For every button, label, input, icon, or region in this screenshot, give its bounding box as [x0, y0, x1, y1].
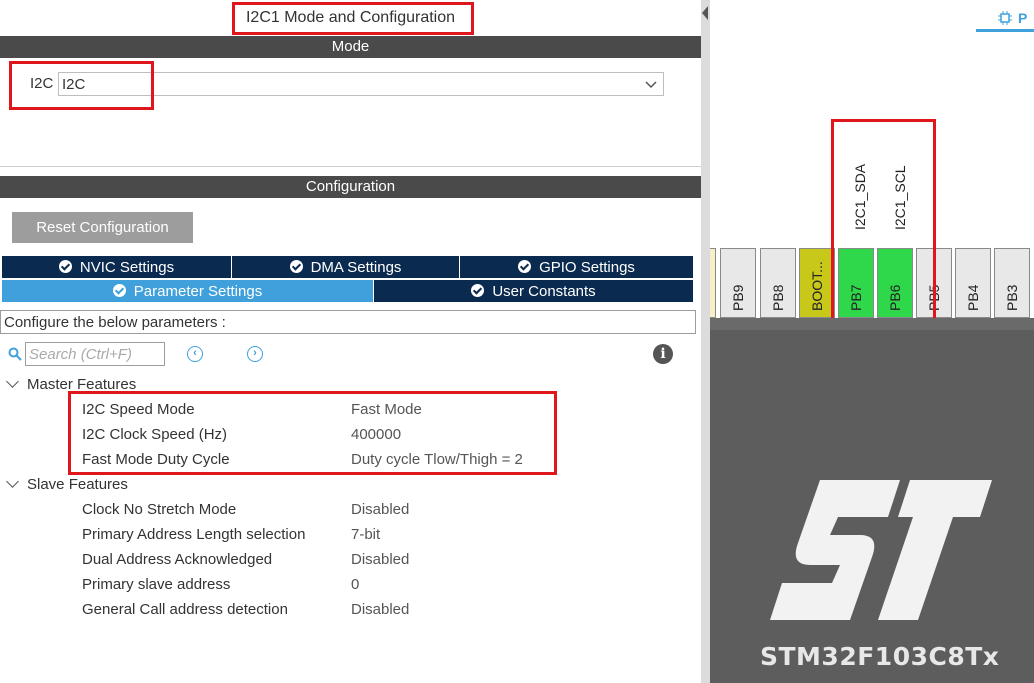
tab-label: NVIC Settings — [79, 259, 175, 276]
pin-partial[interactable] — [710, 248, 716, 318]
chevron-down-icon — [6, 475, 19, 488]
group-label: Slave Features — [27, 476, 128, 493]
arrow-right-circle-icon[interactable]: › — [247, 346, 263, 362]
configuration-header: Configuration — [0, 176, 701, 198]
tab-user-constants[interactable]: User Constants — [374, 280, 693, 302]
tab-label: DMA Settings — [310, 259, 402, 276]
param-value[interactable]: 0 — [351, 576, 359, 593]
param-value[interactable]: Disabled — [351, 601, 409, 618]
param-value[interactable]: Disabled — [351, 501, 409, 518]
pin-pb4[interactable]: PB4 — [955, 248, 991, 318]
pin-pb3[interactable]: PB3 — [994, 248, 1030, 318]
check-circle-icon — [58, 260, 72, 273]
reset-configuration-button[interactable]: Reset Configuration — [12, 212, 193, 243]
chip-icon — [998, 11, 1012, 25]
arrow-left-circle-icon[interactable]: ‹ — [187, 346, 203, 362]
tab-label: Parameter Settings — [133, 283, 263, 300]
pin-pb9[interactable]: PB9 — [720, 248, 756, 318]
mode-header: Mode — [0, 36, 701, 58]
panel-splitter[interactable] — [701, 0, 710, 683]
check-circle-icon — [112, 284, 126, 297]
configure-parameters-text: Configure the below parameters : — [0, 310, 696, 334]
tab-label: GPIO Settings — [539, 259, 635, 276]
search-input[interactable]: Search (Ctrl+F) — [25, 342, 165, 366]
highlight-master-params-box — [68, 391, 557, 475]
chip-part-number: STM32F103C8Tx — [760, 642, 1000, 671]
search-icon — [8, 347, 22, 361]
tab-nvic-settings[interactable]: NVIC Settings — [2, 256, 231, 278]
info-icon[interactable]: i — [653, 344, 673, 364]
tab-dma-settings[interactable]: DMA Settings — [232, 256, 459, 278]
pin-boot0[interactable]: BOOT... — [799, 248, 835, 318]
tab-label: User Constants — [492, 283, 596, 300]
param-label: General Call address detection — [82, 601, 288, 618]
param-label: Primary Address Length selection — [82, 526, 306, 543]
param-label: Dual Address Acknowledged — [82, 551, 273, 568]
param-value[interactable]: 7-bit — [351, 526, 380, 543]
st-logo — [770, 480, 992, 620]
check-circle-icon — [518, 260, 532, 273]
highlight-title-box — [232, 2, 474, 35]
param-label: Primary slave address — [82, 576, 231, 593]
chip-edge — [710, 318, 1034, 330]
pin-pb8[interactable]: PB8 — [760, 248, 796, 318]
param-label: Clock No Stretch Mode — [82, 501, 237, 518]
group-slave-features[interactable]: Slave Features — [6, 475, 128, 493]
check-circle-icon — [471, 284, 485, 297]
chevron-down-icon — [645, 81, 657, 89]
tab-label: P — [1018, 10, 1028, 26]
collapse-arrow-icon[interactable] — [702, 6, 708, 20]
check-circle-icon — [289, 260, 303, 273]
tab-pinout-view[interactable]: P — [976, 8, 1034, 32]
highlight-mode-box — [9, 61, 154, 110]
configuration-panel: I2C1 Mode and Configuration Mode I2C I2C… — [0, 0, 701, 683]
tab-gpio-settings[interactable]: GPIO Settings — [460, 256, 693, 278]
pinout-view: P I2C1_SDA I2C1_SCL PB9 PB8 BOOT... PB7 … — [710, 0, 1034, 683]
separator — [0, 166, 701, 167]
param-value[interactable]: Disabled — [351, 551, 409, 568]
chevron-down-icon — [6, 375, 19, 388]
highlight-pins-box — [831, 119, 936, 344]
tab-parameter-settings[interactable]: Parameter Settings — [2, 280, 373, 302]
